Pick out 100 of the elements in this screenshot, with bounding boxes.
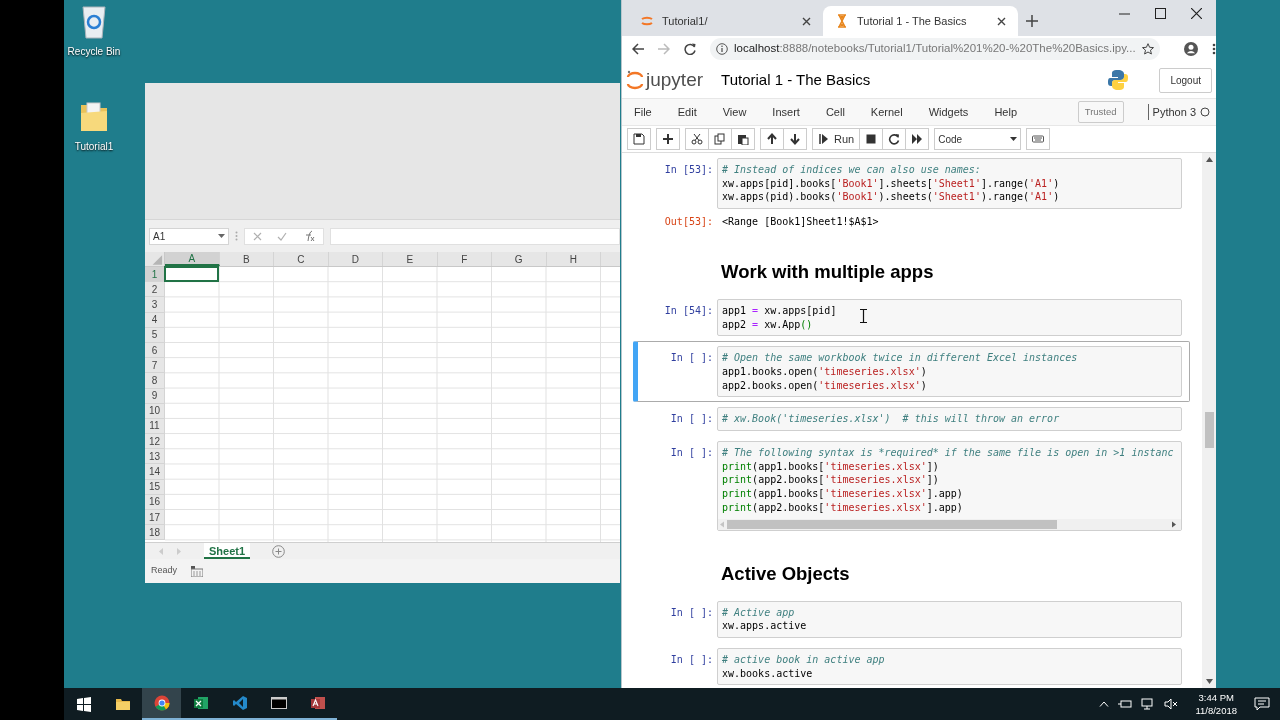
windows-logo-icon	[75, 696, 92, 712]
column-header[interactable]: H	[546, 252, 601, 266]
url-text: localhost:8888/notebooks/Tutorial1/Tutorial%201%20-%20The%20Basics.ipy...	[734, 41, 1136, 57]
spreadsheet-app-icon	[192, 695, 209, 711]
column-header[interactable]: B	[219, 252, 274, 266]
star-icon[interactable]	[1141, 43, 1154, 55]
name-box[interactable]: A1	[149, 227, 229, 245]
code-editor[interactable]: # xw.Book('timeseries.xlsx') # this will throw an error	[717, 407, 1182, 432]
paste-button[interactable]	[731, 128, 755, 150]
enter-check-icon[interactable]	[277, 231, 288, 241]
column-header[interactable]: C	[274, 252, 329, 266]
cell-type-select[interactable]: Code	[934, 128, 1022, 150]
reload-icon[interactable]	[684, 43, 696, 55]
desktop-icon-label[interactable]: Tutorial1	[74, 139, 114, 154]
row-header[interactable]: 3	[145, 297, 165, 313]
chevron-up-icon[interactable]	[1099, 701, 1110, 707]
stop-icon	[865, 133, 878, 145]
column-header[interactable]: E	[383, 252, 438, 266]
formula-input[interactable]	[330, 227, 620, 245]
menu-item[interactable]: View	[722, 103, 747, 121]
close-icon[interactable]	[1191, 8, 1202, 19]
menu-item[interactable]: Widgets	[928, 103, 969, 121]
menu-item[interactable]: Edit	[677, 103, 697, 121]
move-up-button[interactable]	[760, 128, 784, 150]
row-header[interactable]: 1	[145, 267, 165, 283]
menu-item[interactable]: File	[634, 103, 652, 121]
sheet-tab[interactable]: Sheet1	[204, 543, 251, 559]
interrupt-button[interactable]	[859, 128, 884, 150]
scrollbar-thumb[interactable]	[1204, 412, 1214, 448]
trusted-indicator[interactable]: Trusted	[1077, 100, 1124, 124]
database-app-icon	[309, 695, 326, 711]
row-header[interactable]: 14	[145, 464, 165, 480]
insert-cell-button[interactable]	[656, 128, 680, 150]
cell-grid[interactable]	[165, 267, 620, 542]
row-header[interactable]: 12	[145, 434, 165, 450]
clock-time[interactable]: 3:44 PM	[1198, 691, 1234, 704]
row-header[interactable]: 17	[145, 510, 165, 526]
more-menu-icon[interactable]	[1211, 43, 1216, 55]
column-header[interactable]: A	[165, 252, 220, 266]
code-editor[interactable]: app1 = xw.apps[pid] app2 = xw.App()	[717, 298, 1182, 337]
power-plug-icon[interactable]	[1118, 699, 1133, 709]
macro-record-icon[interactable]	[191, 565, 203, 577]
notebook-title[interactable]: Tutorial 1 - The Basics	[721, 68, 871, 92]
vertical-scrollbar[interactable]	[1202, 153, 1216, 688]
command-palette-button[interactable]	[1026, 128, 1051, 150]
restart-run-all-button[interactable]	[905, 128, 930, 150]
maximize-icon[interactable]	[1155, 8, 1166, 19]
menu-item[interactable]: Kernel	[870, 103, 903, 121]
column-header[interactable]: G	[492, 252, 547, 266]
close-icon[interactable]	[997, 16, 1006, 26]
info-icon	[716, 43, 728, 55]
row-header[interactable]: 2	[145, 282, 165, 298]
insert-function-icon[interactable]	[303, 230, 316, 242]
new-tab-icon[interactable]	[1026, 15, 1038, 27]
code-line: xw.apps[pid].books['Book1'].sheets['Sheet1'].range('A1')	[722, 176, 1060, 191]
code-editor[interactable]: # Instead of indices we can also use names: xw.apps[pid].books['Book1'].sheets['Sheet1'].range('A1') xw.apps(pid).books('Book1').sheets('Sheet1').range('A1')	[717, 158, 1182, 210]
add-sheet-icon[interactable]	[272, 544, 286, 558]
taskbar-button[interactable]	[142, 688, 181, 720]
cut-button[interactable]	[685, 128, 709, 150]
copy-button[interactable]	[708, 128, 732, 150]
jupyter-logo-icon[interactable]	[626, 70, 644, 90]
row-header[interactable]: 7	[145, 358, 165, 374]
menu-item[interactable]: Insert	[772, 103, 800, 121]
save-icon	[633, 133, 645, 145]
selected-cell[interactable]	[164, 266, 219, 282]
restart-icon	[888, 133, 901, 145]
address-bar[interactable]: localhost:8888/notebooks/Tutorial1/Tutorial%201%20-%20The%20Basics.ipy...	[710, 38, 1160, 60]
column-header[interactable]: D	[328, 252, 383, 266]
row-header[interactable]: 8	[145, 373, 165, 389]
clock-date[interactable]: 11/8/2018	[1195, 704, 1237, 717]
desktop-icon-label[interactable]: Recycle Bin	[67, 44, 121, 59]
run-button[interactable]: Run	[812, 128, 861, 150]
account-icon[interactable]	[1183, 42, 1198, 56]
horizontal-scrollbar[interactable]	[718, 518, 1181, 530]
notifications-icon[interactable]	[1254, 697, 1270, 711]
menu-item[interactable]: Cell	[825, 103, 845, 121]
kernel-name[interactable]: Python 3	[1147, 103, 1196, 121]
code-editor[interactable]	[717, 441, 1182, 531]
code-editor[interactable]: # active book in active app xw.books.active	[717, 647, 1182, 686]
restart-button[interactable]	[882, 128, 907, 150]
code-editor[interactable]: # Open the same workbook twice in different Excel instances app1.books.open('timeseries.xlsx') app2.books.open('timeseries.xlsx')	[717, 346, 1182, 398]
menu-item[interactable]: Help	[994, 103, 1017, 121]
scrollbar-thumb[interactable]	[727, 519, 1057, 529]
logout-button[interactable]: Logout	[1159, 67, 1212, 93]
code-editor[interactable]: # Active app xw.apps.active	[717, 600, 1182, 638]
status-text: Ready	[151, 564, 177, 578]
move-down-button[interactable]	[783, 128, 807, 150]
jupyter-wordmark[interactable]: jupyter	[646, 65, 704, 95]
code-line: # xw.Book('timeseries.xlsx') # this will throw an error	[722, 412, 1060, 427]
network-icon[interactable]	[1141, 698, 1156, 710]
close-icon[interactable]	[802, 16, 811, 26]
fast-forward-icon	[911, 133, 924, 145]
back-arrow-icon[interactable]	[632, 43, 644, 55]
browser-tab[interactable]: Tutorial 1 - The Basics	[823, 6, 1018, 36]
row-header[interactable]: 18	[145, 525, 165, 541]
code-line: # Open the same workbook twice in different Excel instances	[722, 351, 1078, 365]
column-header[interactable]: F	[437, 252, 492, 266]
row-header[interactable]: 13	[145, 449, 165, 465]
speaker-muted-icon[interactable]	[1164, 698, 1179, 710]
save-button[interactable]	[627, 128, 651, 150]
